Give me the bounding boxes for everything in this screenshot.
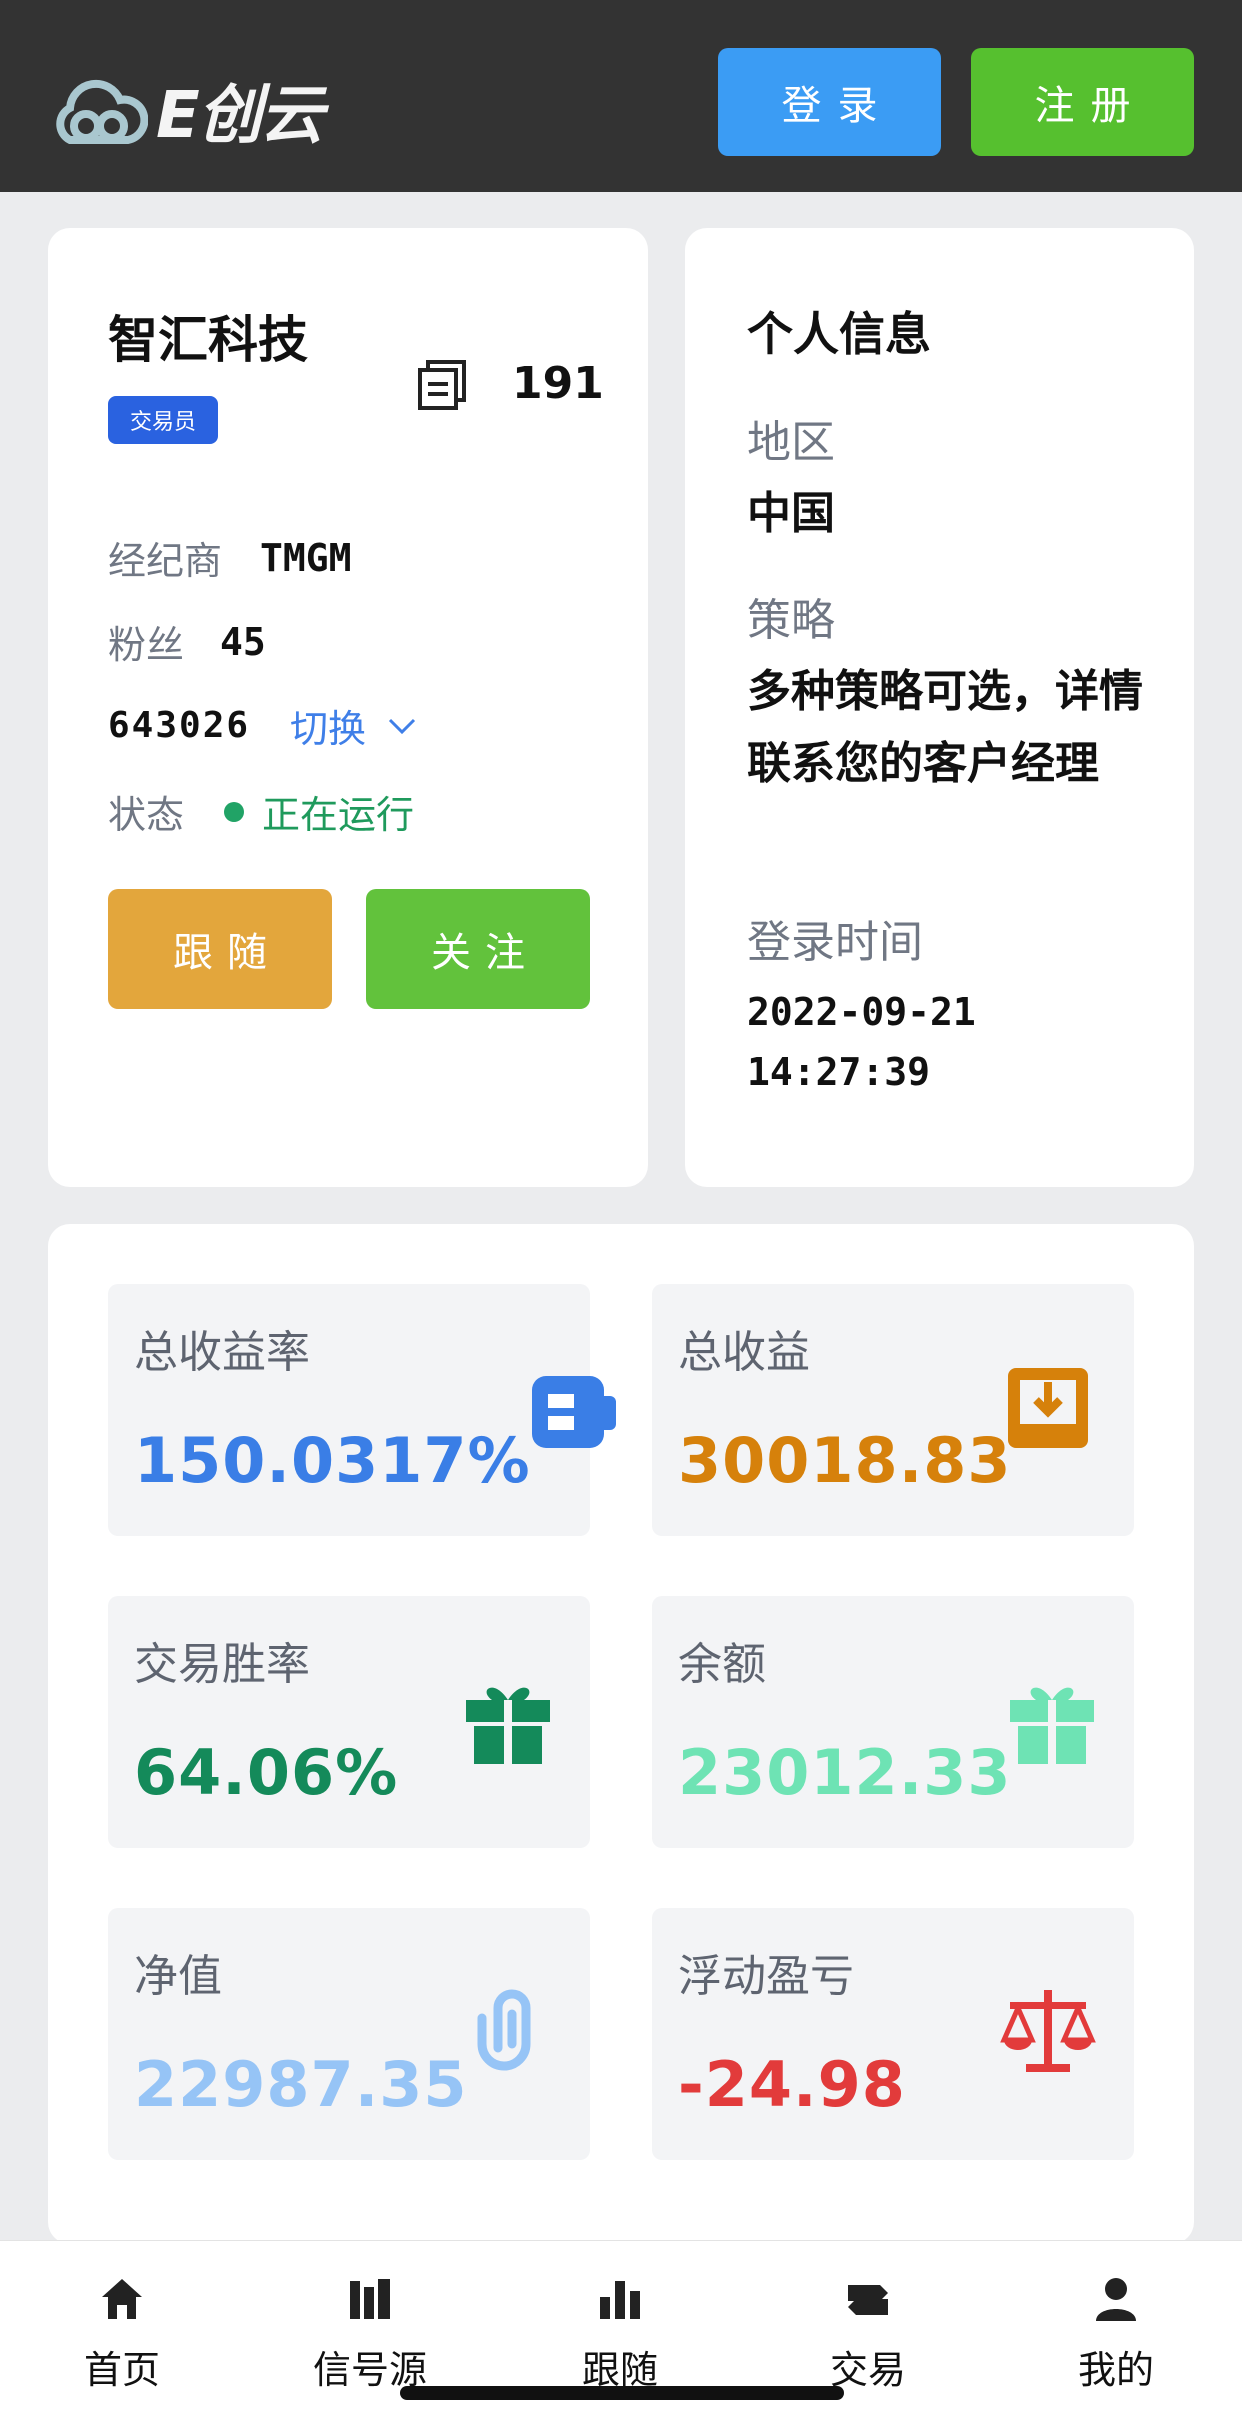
stat-tile-balance[interactable]: 余额 23012.33 bbox=[652, 1596, 1134, 1848]
region-label: 地区 bbox=[747, 417, 835, 468]
gift-icon bbox=[1010, 1687, 1094, 1764]
nav-item-follow[interactable]: 跟随 bbox=[520, 2275, 720, 2394]
strategy-label: 策略 bbox=[747, 595, 835, 646]
stat-tile-floating-pl[interactable]: 浮动盈亏 -24.98 bbox=[652, 1908, 1134, 2160]
login-time-value: 2022-09-21 14:27:39 bbox=[747, 982, 1147, 1102]
stat-label: 总收益 bbox=[678, 1327, 810, 1378]
stat-label: 总收益率 bbox=[134, 1327, 310, 1378]
stat-value: 30018.83 bbox=[678, 1424, 1012, 1497]
broker-row: 经纪商 TMGM bbox=[108, 530, 352, 585]
account-row: 643026 切换 bbox=[108, 698, 416, 753]
profile-title: 个人信息 bbox=[747, 307, 931, 361]
download-tray-icon bbox=[1008, 1368, 1088, 1448]
status-dot-icon bbox=[224, 801, 245, 822]
account-id: 643026 bbox=[108, 705, 251, 746]
trader-card: 智汇科技 191 交易员 经纪商 TMGM 粉丝 45 643026 切换 状态… bbox=[48, 228, 648, 1187]
user-icon bbox=[1096, 2278, 1136, 2321]
stat-tile-win-rate[interactable]: 交易胜率 64.06% bbox=[108, 1596, 590, 1848]
stat-value: 22987.35 bbox=[134, 2048, 468, 2121]
broker-value: TMGM bbox=[260, 535, 352, 580]
status-row: 状态 正在运行 bbox=[108, 784, 414, 839]
copy-icon bbox=[418, 360, 466, 410]
stat-label: 净值 bbox=[134, 1951, 222, 2002]
stat-tile-total-profit[interactable]: 总收益 30018.83 bbox=[652, 1284, 1134, 1536]
register-button[interactable]: 注册 bbox=[971, 48, 1194, 156]
strategy-value: 多种策略可选，详情联系您的客户经理 bbox=[747, 666, 1143, 789]
follow-button[interactable]: 跟随 bbox=[108, 889, 332, 1009]
stat-tile-total-return-rate[interactable]: 总收益率 150.0317% bbox=[108, 1284, 616, 1536]
trader-name: 智汇科技 bbox=[108, 311, 308, 369]
stats-card: 总收益率 150.0317% 总收益 30018.83 交易胜率 64.06% … bbox=[48, 1224, 1194, 2244]
login-time: 14:27:39 bbox=[747, 1050, 931, 1094]
home-icon bbox=[102, 2279, 142, 2319]
stat-label: 浮动盈亏 bbox=[678, 1951, 854, 2002]
home-indicator bbox=[400, 2386, 844, 2400]
login-date: 2022-09-21 bbox=[747, 990, 976, 1034]
stat-value: 23012.33 bbox=[678, 1736, 1012, 1809]
scale-icon bbox=[1000, 1990, 1096, 2072]
bar-chart-icon bbox=[600, 2281, 640, 2319]
nav-item-home[interactable]: 首页 bbox=[22, 2275, 222, 2394]
chevron-down-icon bbox=[389, 718, 416, 734]
fans-label: 粉丝 bbox=[108, 623, 185, 667]
profile-card: 个人信息 地区 中国 策略 多种策略可选，详情联系您的客户经理 登录时间 202… bbox=[685, 228, 1194, 1187]
stat-value: 64.06% bbox=[134, 1736, 399, 1809]
signal-icon bbox=[350, 2279, 390, 2319]
ticket-icon bbox=[532, 1376, 616, 1448]
nav-label: 交易 bbox=[829, 2348, 906, 2392]
stat-value: -24.98 bbox=[678, 2048, 906, 2121]
trade-icon bbox=[848, 2285, 888, 2315]
stat-label: 余额 bbox=[678, 1639, 766, 1690]
nav-item-signals[interactable]: 信号源 bbox=[270, 2275, 470, 2394]
paperclip-icon bbox=[477, 1989, 531, 2071]
fans-row: 粉丝 45 bbox=[108, 614, 266, 669]
logo-icon bbox=[56, 79, 148, 144]
fans-value: 45 bbox=[220, 619, 266, 664]
login-time-label: 登录时间 bbox=[747, 917, 923, 968]
nav-item-trade[interactable]: 交易 bbox=[768, 2275, 968, 2394]
watch-button[interactable]: 关注 bbox=[366, 889, 590, 1009]
gift-icon bbox=[466, 1687, 550, 1764]
app-header: E创云 登录 注册 bbox=[0, 0, 1242, 192]
nav-item-mine[interactable]: 我的 bbox=[1016, 2275, 1216, 2394]
switch-account-button[interactable]: 切换 bbox=[290, 698, 416, 753]
switch-label: 切换 bbox=[290, 707, 367, 751]
stat-tile-net-value[interactable]: 净值 22987.35 bbox=[108, 1908, 590, 2160]
stat-value: 150.0317% bbox=[134, 1424, 531, 1497]
logo[interactable]: E创云 bbox=[50, 64, 324, 156]
nav-label: 我的 bbox=[1077, 2348, 1154, 2392]
region-value: 中国 bbox=[747, 488, 835, 539]
copy-count: 191 bbox=[512, 358, 604, 409]
login-button[interactable]: 登录 bbox=[718, 48, 941, 156]
status-label: 状态 bbox=[108, 793, 185, 837]
nav-label: 首页 bbox=[83, 2348, 160, 2392]
status-value: 正在运行 bbox=[262, 793, 415, 837]
role-badge: 交易员 bbox=[108, 396, 219, 444]
stat-label: 交易胜率 bbox=[134, 1639, 310, 1690]
broker-label: 经纪商 bbox=[108, 539, 223, 583]
logo-text: E创云 bbox=[156, 79, 324, 153]
